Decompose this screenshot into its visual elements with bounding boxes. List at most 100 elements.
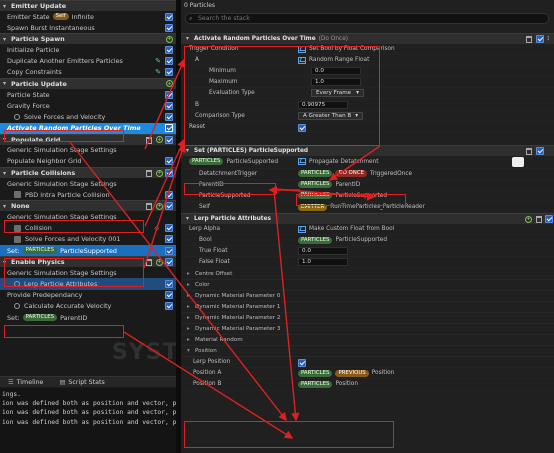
param-row[interactable]: True Float 0.0 <box>181 246 554 258</box>
list-item[interactable]: Duplicate Another Emitters Particles ✎ <box>0 56 176 67</box>
param-row[interactable]: Bool PARTICLES ParticleSupported <box>181 235 554 247</box>
list-item[interactable]: Collision ◇ <box>0 223 176 234</box>
collapsed-category[interactable]: ▸ Dynamic Material Parameter 1 <box>181 302 554 313</box>
menu-icon[interactable]: ⋮ <box>545 36 551 42</box>
enabled-checkbox[interactable] <box>165 124 173 133</box>
section-particle-spawn[interactable]: ▾ Particle Spawn + <box>0 33 176 45</box>
add-module-icon[interactable]: + <box>166 35 173 43</box>
trash-icon[interactable] <box>146 136 152 144</box>
enabled-checkbox[interactable] <box>165 279 173 288</box>
param-row[interactable]: False Float 1.0 <box>181 257 554 269</box>
list-item[interactable]: Generic Simulation Stage Settings <box>0 178 176 189</box>
enabled-checkbox[interactable] <box>165 112 173 121</box>
param-row[interactable]: Minimum 0.0 <box>181 66 554 78</box>
collapsed-category[interactable]: ▸ Color <box>181 280 554 291</box>
trash-icon[interactable] <box>146 203 152 211</box>
module-header-activate-random[interactable]: ▾ Activate Random Particles Over Time (D… <box>181 33 554 44</box>
enabled-checkbox[interactable] <box>165 101 173 110</box>
enabled-checkbox[interactable] <box>165 258 173 267</box>
add-module-icon[interactable]: + <box>156 202 163 210</box>
expanded-category[interactable]: ▾ Position <box>181 346 554 358</box>
trash-icon[interactable] <box>536 216 542 224</box>
list-item[interactable]: Provide Predependancy <box>0 290 176 301</box>
section-particle-collisions[interactable]: ▾ Particle Collisions + <box>0 167 176 179</box>
list-item[interactable]: Copy Constraints ✎ <box>0 67 176 78</box>
collapsed-category[interactable]: ▸ Dynamic Material Parameter 2 <box>181 313 554 324</box>
enabled-checkbox[interactable] <box>536 35 544 43</box>
list-item-set[interactable]: Set: PARTICLES ParticleSupported <box>0 245 176 257</box>
list-item[interactable]: Gravity Force <box>0 100 176 111</box>
trash-icon[interactable] <box>146 170 152 178</box>
param-row[interactable]: Position B PARTICLES Position <box>181 379 554 391</box>
scratch-module-icon[interactable] <box>512 156 524 167</box>
add-module-icon[interactable]: + <box>156 169 163 177</box>
add-module-icon[interactable]: + <box>525 215 532 223</box>
param-row[interactable]: Maximum 1.0 <box>181 77 554 89</box>
param-row[interactable]: Reset <box>181 122 554 133</box>
minimum-input[interactable]: 0.0 <box>311 67 361 76</box>
list-item[interactable]: Spawn Burst Instantaneous <box>0 22 176 33</box>
enabled-checkbox[interactable] <box>165 291 173 300</box>
enabled-checkbox[interactable] <box>165 224 173 233</box>
collapsed-category[interactable]: ▸ Centre Offset <box>181 269 554 280</box>
enabled-checkbox[interactable] <box>165 190 173 199</box>
enabled-checkbox[interactable] <box>165 169 173 178</box>
param-row[interactable]: Lerp Position <box>181 357 554 369</box>
list-item-set[interactable]: Set: PARTICLES ParentID <box>0 312 176 323</box>
list-item[interactable]: Solve Forces and Velocity 001 <box>0 234 176 245</box>
trash-icon[interactable] <box>526 147 532 155</box>
enabled-checkbox[interactable] <box>165 57 173 66</box>
param-row[interactable]: ParticleSupported PARTICLES ParticleSuppo… <box>181 191 554 203</box>
section-enable-physics[interactable]: ▾ Enable Physics + <box>0 256 176 268</box>
list-item[interactable]: Initialize Particle <box>0 44 176 55</box>
enabled-checkbox[interactable] <box>165 45 173 54</box>
enabled-checkbox[interactable] <box>165 12 173 21</box>
param-row[interactable]: PARTICLES ParticleSupported Propagate De… <box>181 156 554 169</box>
param-row[interactable]: Position A PARTICLES PREVIOUS Position <box>181 368 554 380</box>
enabled-checkbox[interactable] <box>165 302 173 311</box>
enabled-checkbox[interactable] <box>165 135 173 144</box>
enabled-checkbox[interactable] <box>165 202 173 211</box>
list-item[interactable]: Calculate Accurate Velocity <box>0 301 176 312</box>
enabled-checkbox[interactable] <box>165 246 173 255</box>
search-input[interactable]: ⌕ Search the stack <box>185 13 549 24</box>
true-float-input[interactable]: 0.0 <box>298 247 348 256</box>
list-item[interactable]: PBD Intra Particle Collision <box>0 189 176 200</box>
param-row[interactable]: B 0.90975 <box>181 99 554 111</box>
maximum-input[interactable]: 1.0 <box>311 78 361 87</box>
section-particle-update[interactable]: ▾ Particle Update + <box>0 77 176 89</box>
list-item[interactable]: Generic Simulation Stage Settings <box>0 145 176 156</box>
enabled-checkbox[interactable] <box>545 215 553 224</box>
param-row[interactable]: Comparison Type A Greater Than B ▾ <box>181 111 554 122</box>
comparison-type-dropdown[interactable]: A Greater Than B ▾ <box>298 111 364 120</box>
trash-icon[interactable] <box>526 36 532 43</box>
collapsed-category[interactable]: ▸ Material Random <box>181 335 554 347</box>
list-item[interactable]: Populate Neighbor Grid <box>0 156 176 167</box>
false-float-input[interactable]: 1.0 <box>298 258 348 267</box>
collapsed-category[interactable]: ▸ Dynamic Material Parameter 3 <box>181 324 554 336</box>
b-input[interactable]: 0.90975 <box>298 100 348 109</box>
section-emitter-update[interactable]: ▾ Emitter Update <box>0 0 176 11</box>
enabled-checkbox[interactable] <box>165 90 173 99</box>
reset-checkbox[interactable] <box>298 123 306 132</box>
enabled-checkbox[interactable] <box>165 68 173 77</box>
list-item[interactable]: Generic Simulation Stage Settings <box>0 211 176 222</box>
section-none[interactable]: ▾ None + <box>0 200 176 212</box>
list-item[interactable]: Emitter State Self Infinite <box>0 11 176 22</box>
param-row[interactable]: ParentID PARTICLES ParentID <box>181 180 554 191</box>
trash-icon[interactable] <box>146 259 152 267</box>
enabled-checkbox[interactable] <box>165 157 173 166</box>
list-item[interactable]: Generic Simulation Stage Settings <box>0 267 176 278</box>
add-module-icon[interactable]: + <box>166 80 173 88</box>
lerp-position-checkbox[interactable] <box>298 359 306 368</box>
param-row[interactable]: Lerp Alpha Make Custom Float from Bool <box>181 224 554 236</box>
add-module-icon[interactable]: + <box>156 258 163 266</box>
param-row[interactable]: DetatchmentTrigger PARTICLES DO ONCE Trigg… <box>181 169 554 180</box>
enabled-checkbox[interactable] <box>165 23 173 32</box>
list-item[interactable]: Particle State <box>0 89 176 100</box>
section-populate-grid[interactable]: ▾ Populate Grid + <box>0 133 176 145</box>
param-row[interactable]: Self EMITTER RunTimeParticles_ParticleRea… <box>181 202 554 214</box>
param-row[interactable]: A Random Range Float <box>181 55 554 67</box>
module-header-set-particle-supported[interactable]: ▾ Set (PARTICLES) ParticleSupported <box>181 144 554 156</box>
tab-script-stats[interactable]: ▤ Script Stats <box>51 379 112 386</box>
